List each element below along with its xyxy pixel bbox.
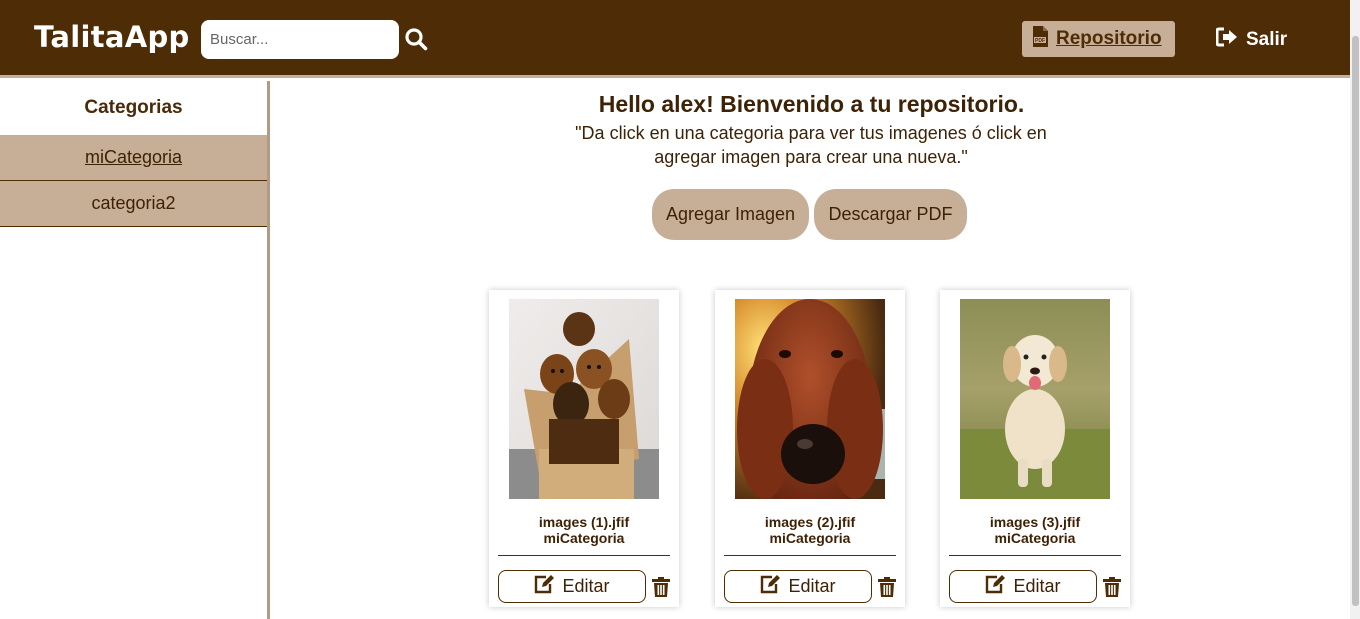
card-divider <box>724 555 896 556</box>
app-logo[interactable]: TalitaApp <box>34 20 190 54</box>
sidebar-item-categoria2[interactable]: categoria2 <box>0 181 267 227</box>
sidebar-item-micategoria[interactable]: miCategoria <box>0 135 267 181</box>
top-navbar: TalitaApp PDF Repositorio Salir <box>0 0 1350 78</box>
image-filename: images (2).jfif <box>764 514 856 530</box>
image-category: miCategoria <box>769 530 851 546</box>
edit-button[interactable]: Editar <box>949 570 1097 603</box>
image-filename: images (3).jfif <box>989 514 1081 530</box>
edit-label: Editar <box>562 576 610 596</box>
edit-button[interactable]: Editar <box>724 570 872 603</box>
card-divider <box>949 555 1121 556</box>
sign-out-icon <box>1215 27 1238 52</box>
trash-icon[interactable] <box>878 577 896 597</box>
scrollbar-thumb[interactable] <box>1352 36 1359 606</box>
edit-icon <box>534 574 555 599</box>
search-input[interactable] <box>201 20 399 59</box>
add-image-button[interactable]: Agregar Imagen <box>652 189 809 240</box>
edit-icon <box>760 574 781 599</box>
category-sidebar: Categorias miCategoria categoria2 <box>0 81 270 619</box>
pdf-file-icon: PDF <box>1032 26 1048 52</box>
edit-label: Editar <box>1013 576 1061 596</box>
image-thumbnail[interactable] <box>509 299 659 499</box>
edit-button[interactable]: Editar <box>498 570 646 603</box>
card-divider <box>498 555 670 556</box>
image-category: miCategoria <box>543 530 625 546</box>
download-pdf-button[interactable]: Descargar PDF <box>814 189 967 240</box>
logout-button[interactable]: Salir <box>1215 27 1288 52</box>
image-filename: images (1).jfif <box>538 514 630 530</box>
logout-label: Salir <box>1246 28 1288 50</box>
image-card: images (3).jfif miCategoria Editar <box>940 290 1130 607</box>
image-category: miCategoria <box>994 530 1076 546</box>
repository-button[interactable]: PDF Repositorio <box>1022 21 1175 57</box>
sidebar-title: Categorias <box>84 97 183 118</box>
page-title: Hello alex! Bienvenido a tu repositorio. <box>598 91 1025 117</box>
repository-label: Repositorio <box>1056 28 1162 49</box>
trash-icon[interactable] <box>1103 577 1121 597</box>
image-card: images (2).jfif miCategoria Editar <box>715 290 905 607</box>
edit-label: Editar <box>788 576 836 596</box>
trash-icon[interactable] <box>652 577 670 597</box>
main-content: Hello alex! Bienvenido a tu repositorio.… <box>273 81 1350 619</box>
search-icon[interactable] <box>404 27 430 53</box>
svg-text:PDF: PDF <box>1035 38 1045 44</box>
image-thumbnail[interactable] <box>735 299 885 499</box>
image-thumbnail[interactable] <box>960 299 1110 499</box>
edit-icon <box>985 574 1006 599</box>
instructions-text: "Da click en una categoria para ver tus … <box>575 123 1047 167</box>
image-card: images (1).jfif miCategoria Editar <box>489 290 679 607</box>
